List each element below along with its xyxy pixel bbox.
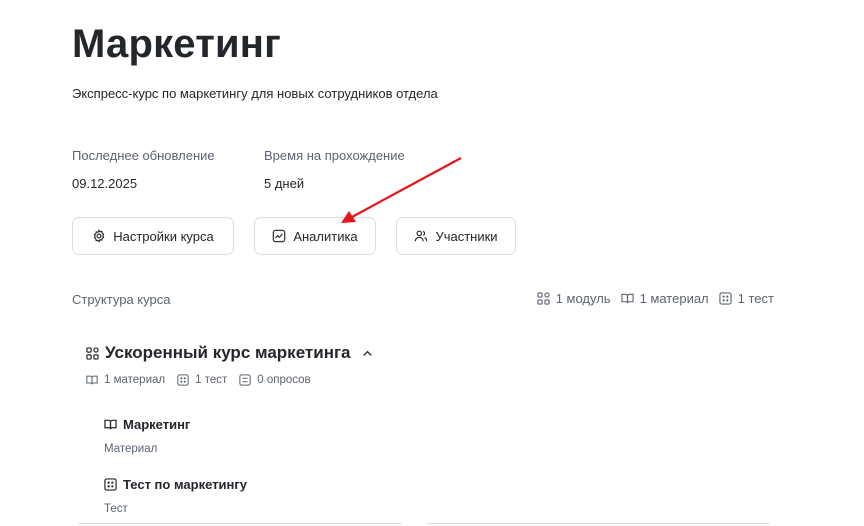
analytics-button[interactable]: Аналитика [254,217,376,255]
course-stats: 1 модуль 1 материал 1 тест [537,291,774,306]
book-icon [104,419,117,430]
chevron-up-icon[interactable] [361,347,374,360]
module-tests-count: 1 тест [177,374,227,386]
tests-count: 1 тест [719,291,774,306]
book-icon [86,375,98,385]
gear-icon [93,229,105,243]
page-subtitle: Экспресс-курс по маркетингу для новых со… [72,86,438,101]
lesson-item-title[interactable]: Маркетинг [104,417,190,432]
module-materials-count: 1 материал [86,374,165,386]
test-icon [104,478,117,491]
test-icon [177,374,189,386]
modules-count: 1 модуль [537,291,611,306]
last-updated-value: 09.12.2025 [72,176,138,191]
module-surveys-count: 0 опросов [239,374,311,386]
participants-label: Участники [435,228,498,244]
page-title: Маркетинг [72,22,282,66]
participants-button[interactable]: Участники [396,217,516,255]
duration-value: 5 дней [264,176,305,191]
module-title: Ускоренный курс маркетинга [105,343,351,362]
book-icon [620,293,634,304]
line-chart-icon [273,229,286,243]
course-settings-button[interactable]: Настройки курса [72,217,234,255]
test-icon [719,292,732,305]
course-settings-label: Настройки курса [113,228,214,244]
materials-count: 1 материал [620,291,709,306]
course-structure-label: Структура курса [72,292,171,307]
analytics-label: Аналитика [293,228,358,244]
divider [427,523,770,524]
users-icon [415,230,428,242]
lesson-item-type: Материал [104,443,158,455]
duration-label: Время на прохождение [264,148,405,163]
grid-icon [86,346,99,360]
survey-icon [239,374,251,386]
lesson-item-title[interactable]: Тест по маркетингу [104,477,247,492]
lesson-item-type: Тест [104,503,128,515]
module-header[interactable]: Ускоренный курс маркетинга [86,343,374,363]
module-stats: 1 материал 1 тест 0 опросов [86,374,311,386]
divider [78,523,402,524]
grid-icon [537,292,550,305]
last-updated-label: Последнее обновление [72,148,215,163]
